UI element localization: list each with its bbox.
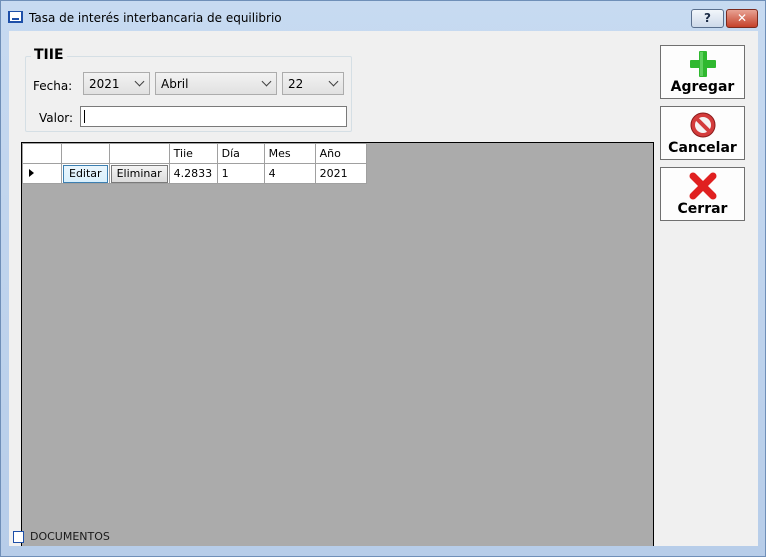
taskbar-strip: DOCUMENTOS bbox=[9, 524, 758, 546]
fecha-label: Fecha: bbox=[33, 79, 73, 93]
tiie-data-grid[interactable]: Tiie Día Mes Año Editar Eliminar 4.2833 bbox=[21, 142, 654, 546]
grid-table: Tiie Día Mes Año Editar Eliminar 4.2833 bbox=[22, 143, 367, 184]
chevron-down-icon bbox=[134, 76, 145, 87]
column-header-anio[interactable]: Año bbox=[314, 143, 367, 164]
grid-header-row: Tiie Día Mes Año bbox=[22, 143, 367, 164]
agregar-button[interactable]: Agregar bbox=[660, 45, 745, 99]
app-icon bbox=[8, 11, 23, 23]
year-dropdown-value: 2021 bbox=[89, 77, 120, 91]
title-bar[interactable]: Tasa de interés interbancaria de equilib… bbox=[1, 1, 765, 31]
window-title: Tasa de interés interbancaria de equilib… bbox=[29, 11, 282, 25]
delete-cell: Eliminar bbox=[108, 163, 170, 184]
main-window: Tasa de interés interbancaria de equilib… bbox=[0, 0, 766, 557]
tiie-group-legend: TIIE bbox=[31, 47, 67, 63]
anio-cell[interactable]: 2021 bbox=[314, 163, 367, 184]
table-row[interactable]: Editar Eliminar 4.2833 1 4 2021 bbox=[22, 163, 367, 184]
documents-label[interactable]: DOCUMENTOS bbox=[30, 530, 110, 543]
client-area: TIIE Fecha: 2021 Abril 22 Valor: Agregar… bbox=[9, 31, 758, 546]
row-header-corner bbox=[22, 143, 62, 164]
day-dropdown-value: 22 bbox=[288, 77, 304, 91]
current-row-arrow-icon bbox=[29, 169, 34, 177]
column-header-dia[interactable]: Día bbox=[216, 143, 265, 164]
mes-cell[interactable]: 4 bbox=[263, 163, 316, 184]
month-dropdown-value: Abril bbox=[161, 77, 189, 91]
chevron-down-icon bbox=[261, 76, 272, 87]
editar-button[interactable]: Editar bbox=[63, 164, 108, 183]
valor-input[interactable] bbox=[80, 106, 347, 127]
valor-label: Valor: bbox=[39, 111, 74, 125]
text-caret bbox=[84, 110, 85, 123]
chevron-down-icon bbox=[328, 76, 339, 87]
cerrar-button[interactable]: Cerrar bbox=[660, 167, 745, 221]
close-window-button[interactable]: ✕ bbox=[726, 9, 758, 28]
dia-cell[interactable]: 1 bbox=[216, 163, 265, 184]
column-header-tiie[interactable]: Tiie bbox=[168, 143, 218, 164]
day-dropdown[interactable]: 22 bbox=[282, 72, 344, 95]
tiie-cell[interactable]: 4.2833 bbox=[168, 163, 218, 184]
x-icon bbox=[689, 172, 717, 200]
month-dropdown[interactable]: Abril bbox=[155, 72, 277, 95]
cancelar-label: Cancelar bbox=[668, 140, 737, 156]
column-header-edit[interactable] bbox=[61, 143, 110, 164]
plus-icon bbox=[690, 51, 716, 77]
no-entry-icon bbox=[690, 112, 716, 138]
document-icon bbox=[13, 531, 24, 543]
eliminar-button[interactable]: Eliminar bbox=[110, 164, 168, 183]
row-selector[interactable] bbox=[22, 163, 62, 184]
year-dropdown[interactable]: 2021 bbox=[83, 72, 150, 95]
help-button[interactable]: ? bbox=[691, 9, 724, 28]
edit-cell: Editar bbox=[61, 163, 110, 184]
column-header-delete[interactable] bbox=[108, 143, 170, 164]
agregar-label: Agregar bbox=[670, 79, 735, 95]
cancelar-button[interactable]: Cancelar bbox=[660, 106, 745, 160]
cerrar-label: Cerrar bbox=[677, 201, 728, 217]
column-header-mes[interactable]: Mes bbox=[263, 143, 316, 164]
